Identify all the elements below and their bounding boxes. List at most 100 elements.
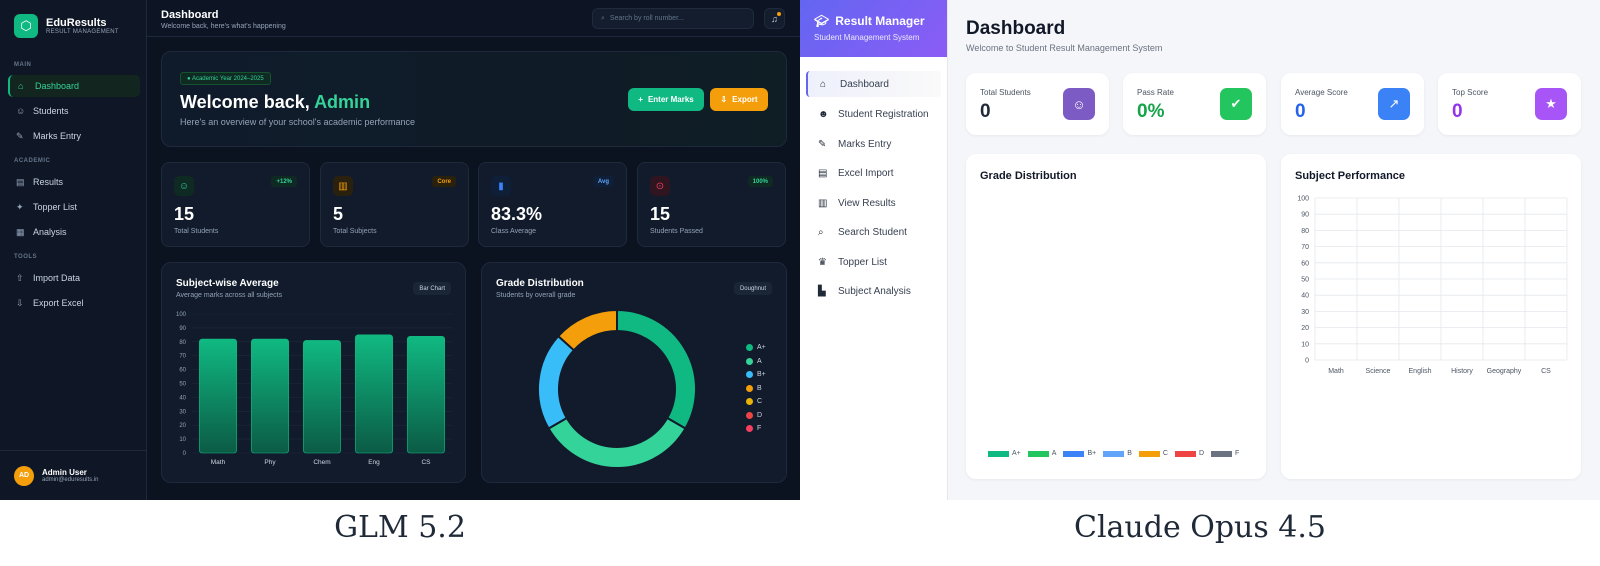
left-charts-layer: 0 10 20 30 40 50 60 70 80 90 100 Math Phy Chem Eng CS: [176, 308, 697, 469]
brand-name: Result Manager: [835, 14, 925, 28]
legend-swatch: [746, 357, 753, 365]
legend-item[interactable]: F: [1211, 450, 1239, 457]
legend-item[interactable]: D: [1174, 450, 1204, 457]
sidebar-item-subject-analysis[interactable]: ▙ Subject Analysis: [806, 278, 941, 304]
sidebar-item-topper-list[interactable]: ♛ Topper List: [806, 249, 941, 275]
caption-left: GLM 5.2: [334, 510, 466, 545]
sidebar-item-label: Student Registration: [838, 108, 929, 120]
stat-card-average-score: Average Score 0 ↗: [1281, 73, 1424, 135]
y-tick-label: 60: [1301, 260, 1309, 267]
file-excel-icon: ▤: [818, 167, 828, 179]
legend-swatch: [746, 371, 753, 379]
brand-title: 🎓︎ Result Manager: [814, 14, 925, 28]
grade-legend: A+ A B+ B C D F: [988, 450, 1239, 457]
stat-card-total-students: Total Students 0 ☺: [966, 73, 1109, 135]
claude-dashboard-panel: 🎓︎ Result Manager Student Management Syst…: [800, 0, 1600, 500]
y-tick-label: 40: [179, 395, 186, 401]
legend-label: D: [757, 411, 763, 419]
legend-item[interactable]: B+: [746, 368, 766, 382]
users-icon: ☺: [1063, 88, 1095, 120]
x-tick-label: Math: [211, 459, 226, 466]
x-tick-label: CS: [1541, 368, 1551, 375]
legend-swatch: [746, 411, 753, 419]
sidebar-item-marks-entry[interactable]: ✎ Marks Entry: [806, 131, 941, 157]
legend-item[interactable]: A: [1027, 450, 1057, 457]
sidebar-item-excel-import[interactable]: ▤ Excel Import: [806, 160, 941, 186]
star-icon: ★: [1535, 88, 1567, 120]
sidebar-item-search-student[interactable]: ⌕ Search Student: [806, 219, 941, 245]
donut-slice: [537, 334, 576, 430]
sidebar-item-label: Excel Import: [838, 167, 894, 179]
sidebar-item-dashboard[interactable]: ⌂ Dashboard: [806, 71, 941, 97]
brand-header[interactable]: 🎓︎ Result Manager Student Management Syst…: [800, 0, 947, 57]
bar: [406, 335, 446, 454]
legend-swatch: [1211, 450, 1232, 457]
legend-item[interactable]: A+: [746, 341, 766, 355]
stat-card-pass-rate: Pass Rate 0% ✔: [1123, 73, 1266, 135]
x-tick-label: Chem: [313, 459, 330, 466]
clipboard-icon: ▥: [818, 197, 828, 209]
y-tick-label: 70: [179, 354, 186, 360]
chart-icon: ▙: [818, 285, 826, 297]
y-tick-label: 50: [1301, 277, 1309, 284]
stat-label: Pass Rate: [1137, 88, 1174, 97]
legend-item[interactable]: B+: [1063, 450, 1096, 457]
legend-item[interactable]: C: [1138, 450, 1168, 457]
legend-swatch: [1063, 450, 1085, 457]
grade-distribution-panel: Grade Distribution A+ A B+ B C D F: [966, 154, 1266, 479]
legend-swatch: [746, 398, 753, 406]
subject-performance-chart: 0 10 20 30 40 50 60 70 80 90 100 Math Science English…: [1297, 196, 1568, 375]
y-tick-label: 100: [176, 312, 187, 318]
sidebar-item-student-registration[interactable]: ☻ Student Registration: [806, 101, 941, 127]
legend-item[interactable]: A: [746, 355, 766, 369]
stat-value: 0: [980, 101, 991, 122]
grade-donut-chart: [537, 308, 697, 469]
legend-item[interactable]: A+: [988, 450, 1021, 457]
y-tick-label: 20: [179, 423, 186, 429]
page-subtitle: Welcome to Student Result Management Sys…: [966, 43, 1163, 53]
donut-slice: [616, 308, 697, 430]
legend-label: F: [757, 425, 762, 433]
legend-label: A: [1051, 450, 1057, 457]
legend-label: B+: [1087, 450, 1097, 457]
sidebar-item-label: Marks Entry: [838, 138, 892, 150]
page-title: Dashboard: [966, 18, 1066, 39]
legend-label: C: [757, 398, 763, 406]
sidebar-item-label: View Results: [838, 197, 896, 209]
sidebar-item-label: Search Student: [838, 226, 907, 238]
x-tick-label: English: [1409, 368, 1432, 375]
sidebar: 🎓︎ Result Manager Student Management Syst…: [800, 0, 947, 500]
x-tick-label: Eng: [368, 459, 380, 466]
brand-subtitle: Student Management System: [814, 33, 920, 42]
legend-item[interactable]: D: [746, 409, 766, 423]
legend-item[interactable]: F: [746, 422, 766, 436]
user-plus-icon: ☻: [818, 108, 829, 120]
legend-swatch: [1138, 450, 1160, 457]
sidebar-item-label: Dashboard: [840, 78, 889, 90]
bar: [302, 340, 342, 454]
donut-slice: [547, 416, 687, 469]
x-tick-label: Science: [1366, 368, 1391, 375]
legend-item[interactable]: B: [746, 382, 766, 396]
y-tick-label: 100: [1297, 196, 1309, 203]
y-tick-label: 0: [1305, 358, 1309, 365]
legend-swatch: [1027, 450, 1049, 457]
y-tick-label: 90: [1301, 212, 1309, 219]
legend-label: B: [757, 384, 762, 392]
stat-label: Top Score: [1452, 88, 1489, 97]
x-tick-label: Geography: [1487, 368, 1522, 375]
subject-average-bar-chart: 0 10 20 30 40 50 60 70 80 90 100 Math Phy Chem Eng CS: [176, 312, 452, 466]
y-tick-label: 0: [183, 451, 187, 457]
bar: [354, 334, 394, 454]
legend-item[interactable]: B: [1103, 450, 1132, 457]
stat-value: 0%: [1137, 101, 1165, 122]
home-icon: ⌂: [820, 78, 827, 90]
legend-swatch: [1174, 450, 1196, 457]
x-tick-label: Phy: [264, 459, 276, 466]
legend-item[interactable]: C: [746, 395, 766, 409]
legend-label: D: [1198, 450, 1204, 457]
legend-swatch: [746, 384, 753, 392]
sidebar-item-view-results[interactable]: ▥ View Results: [806, 190, 941, 216]
legend-label: A: [757, 357, 762, 365]
legend-swatch: [746, 344, 753, 352]
